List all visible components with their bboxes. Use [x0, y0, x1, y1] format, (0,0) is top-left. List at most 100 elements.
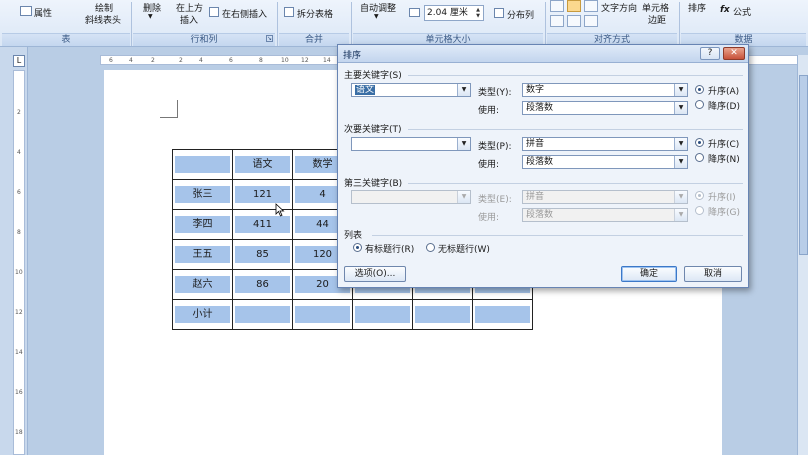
ok-button[interactable]: 确定	[621, 266, 677, 282]
split-table-button[interactable]: 拆分表格	[297, 7, 333, 20]
align-middle-right-button[interactable]	[584, 15, 598, 27]
secondary-using-select[interactable]: 段落数 ▼	[522, 155, 688, 169]
cell-margins-button-line2[interactable]: 边距	[648, 13, 666, 26]
autofit-dropdown-icon[interactable]: ▼	[374, 13, 379, 20]
ruler-tick: 2	[17, 109, 21, 116]
tertiary-asc-radio[interactable]	[695, 191, 704, 200]
align-top-left-button[interactable]	[550, 0, 564, 12]
table-cell[interactable]: 86	[232, 269, 293, 300]
align-top-right-button[interactable]	[584, 0, 598, 12]
chevron-down-icon[interactable]: ▼	[674, 156, 687, 168]
primary-type-select[interactable]: 数字 ▼	[522, 83, 688, 97]
insert-above-button-line2[interactable]: 插入	[180, 13, 198, 26]
draw-table-button-line2[interactable]: 斜线表头	[85, 13, 121, 26]
rows-cols-launcher-icon[interactable]: ↘	[266, 35, 273, 42]
table-cell[interactable]: 赵六	[172, 269, 233, 300]
tertiary-key-select[interactable]: ▼	[351, 190, 471, 204]
primary-key-section-label: 主要关键字(S)	[344, 71, 402, 81]
tertiary-type-select[interactable]: 拼音 ▼	[522, 190, 688, 204]
table-cell[interactable]: 李四	[172, 209, 233, 240]
secondary-desc-radio[interactable]	[695, 153, 704, 162]
ruler-tick: 12	[301, 57, 309, 64]
list-section-label: 列表	[344, 231, 363, 241]
group-separator	[277, 2, 278, 46]
formula-icon[interactable]: fx	[720, 5, 730, 15]
insert-right-button[interactable]: 在右侧插入	[222, 7, 267, 20]
chevron-down-icon[interactable]: ▼	[674, 209, 687, 221]
row-height-spinner-icon[interactable]: ▲ ▼	[474, 7, 482, 19]
secondary-type-select[interactable]: 拼音 ▼	[522, 137, 688, 151]
chevron-down-icon[interactable]: ▼	[674, 138, 687, 150]
primary-using-value: 段落数	[526, 103, 554, 113]
table-cell[interactable]: 王五	[172, 239, 233, 270]
table-cell[interactable]	[412, 299, 473, 330]
formula-button[interactable]: 公式	[733, 5, 751, 18]
vertical-ruler[interactable]: 2 4 6 8 10 12 14 16 18	[13, 70, 25, 455]
help-button[interactable]: ?	[700, 47, 720, 60]
text-direction-button[interactable]: 文字方向	[601, 1, 637, 14]
table-cell[interactable]	[352, 299, 413, 330]
chevron-down-icon[interactable]: ▼	[457, 84, 470, 96]
primary-asc-radio[interactable]	[695, 85, 704, 94]
primary-asc-label[interactable]: 升序(A)	[708, 84, 739, 97]
split-table-icon[interactable]	[284, 7, 294, 17]
properties-button[interactable]: 属性	[34, 6, 52, 19]
primary-desc-label[interactable]: 降序(D)	[708, 99, 740, 112]
ruler-tick: 18	[15, 429, 23, 436]
margin-corner-mark	[160, 100, 178, 118]
group-separator	[131, 2, 132, 46]
align-middle-left-button[interactable]	[550, 15, 564, 27]
has-header-label[interactable]: 有标题行(R)	[365, 242, 414, 255]
dialog-title-bar[interactable]: 排序 ? ✕	[338, 45, 748, 63]
table-cell[interactable]: 语文	[232, 149, 293, 180]
chevron-down-icon[interactable]: ▼	[457, 191, 470, 203]
secondary-asc-radio[interactable]	[695, 138, 704, 147]
options-button[interactable]: 选项(O)...	[344, 266, 406, 282]
distribute-cols-icon[interactable]	[494, 8, 504, 18]
secondary-key-select[interactable]: ▼	[351, 137, 471, 151]
tertiary-desc-label[interactable]: 降序(G)	[708, 205, 740, 218]
close-button[interactable]: ✕	[723, 47, 745, 60]
sort-dialog[interactable]: 排序 ? ✕ 主要关键字(S) 语文 ▼ 类型(Y): 数字 ▼ 使用: 段落数…	[337, 44, 749, 288]
chevron-down-icon[interactable]: ▼	[674, 102, 687, 114]
table-cell[interactable]	[472, 299, 533, 330]
primary-desc-radio[interactable]	[695, 100, 704, 109]
chevron-down-icon[interactable]: ▼	[674, 84, 687, 96]
secondary-desc-label[interactable]: 降序(N)	[708, 152, 740, 165]
tertiary-asc-label[interactable]: 升序(I)	[708, 190, 736, 203]
primary-using-select[interactable]: 段落数 ▼	[522, 101, 688, 115]
tab-stop-selector[interactable]: L	[13, 55, 25, 67]
table-cell[interactable]	[172, 149, 233, 180]
secondary-asc-label[interactable]: 升序(C)	[708, 137, 739, 150]
insert-right-icon[interactable]	[209, 7, 219, 17]
align-middle-center-button[interactable]	[567, 15, 581, 27]
table-cell[interactable]	[292, 299, 353, 330]
delete-dropdown-icon[interactable]: ▼	[148, 13, 153, 20]
ruler-tick: 4	[199, 57, 203, 64]
table-cell[interactable]: 85	[232, 239, 293, 270]
table-cell[interactable]: 小计	[172, 299, 233, 330]
row-height-input[interactable]: 2.04 厘米 ▲ ▼	[424, 5, 484, 21]
chevron-down-icon[interactable]: ▼	[674, 191, 687, 203]
primary-type-value: 数字	[526, 85, 545, 95]
tertiary-desc-radio[interactable]	[695, 206, 704, 215]
properties-icon[interactable]	[20, 6, 32, 16]
section-divider	[408, 75, 743, 76]
no-header-label[interactable]: 无标题行(W)	[438, 242, 490, 255]
group-separator	[545, 2, 546, 46]
table-cell[interactable]: 张三	[172, 179, 233, 210]
chevron-down-icon[interactable]: ▼	[457, 138, 470, 150]
table-cell[interactable]	[232, 299, 293, 330]
align-top-center-button[interactable]	[567, 0, 581, 12]
vertical-scrollbar[interactable]	[797, 55, 808, 455]
scrollbar-thumb[interactable]	[799, 75, 808, 255]
cancel-button[interactable]: 取消	[684, 266, 742, 282]
secondary-key-section-label: 次要关键字(T)	[344, 125, 402, 135]
primary-key-select[interactable]: 语文 ▼	[351, 83, 471, 97]
distribute-cols-button[interactable]: 分布列	[507, 8, 534, 21]
has-header-radio[interactable]	[353, 243, 362, 252]
tertiary-using-select[interactable]: 段落数 ▼	[522, 208, 688, 222]
table-row: 小计	[172, 299, 533, 330]
sort-button[interactable]: 排序	[688, 1, 706, 14]
no-header-radio[interactable]	[426, 243, 435, 252]
